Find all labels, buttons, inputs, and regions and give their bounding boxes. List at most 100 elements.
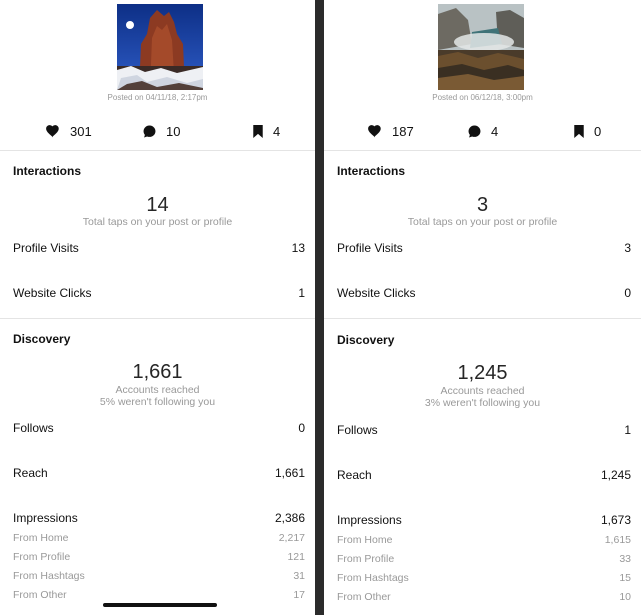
profile-visits-value: 13 [291, 241, 305, 255]
profile-visits-value: 3 [624, 241, 631, 255]
likes-stat[interactable]: 301 [46, 124, 92, 139]
from-home-value: 2,217 [278, 532, 305, 544]
comments-count: 10 [166, 124, 181, 139]
interactions-caption: Total taps on your post or profile [82, 216, 233, 228]
accounts-reached-caption: Accounts reached [115, 384, 200, 396]
profile-visits-row: Profile Visits 13 [13, 241, 305, 255]
from-hashtags-row: From Hashtags 31 [13, 570, 305, 582]
follows-value: 1 [624, 423, 631, 437]
from-profile-label: From Profile [13, 551, 71, 563]
from-other-label: From Other [337, 591, 391, 603]
from-other-value: 17 [293, 589, 305, 601]
impressions-label: Impressions [13, 511, 78, 525]
from-home-label: From Home [337, 534, 393, 546]
reach-value: 1,245 [600, 468, 631, 482]
accounts-reached-total: 1,661 [132, 361, 183, 383]
from-profile-label: From Profile [337, 553, 395, 565]
posted-date: Posted on 04/11/18, 2:17pm [107, 93, 208, 102]
post-insights-right: Posted on 06/12/18, 3:00pm 187 4 0 Inter… [324, 0, 641, 615]
interactions-heading: Interactions [13, 164, 82, 178]
from-hashtags-row: From Hashtags 15 [337, 572, 631, 584]
post-thumbnail[interactable] [117, 4, 203, 90]
not-following-caption: 3% weren't following you [424, 397, 541, 409]
interactions-total: 14 [146, 194, 169, 216]
accounts-reached-caption: Accounts reached [440, 385, 525, 397]
from-profile-value: 33 [619, 553, 631, 565]
website-clicks-row: Website Clicks 1 [13, 286, 305, 300]
from-other-value: 10 [619, 591, 631, 603]
home-indicator[interactable] [103, 603, 217, 607]
website-clicks-value: 1 [298, 286, 305, 300]
from-home-label: From Home [13, 532, 69, 544]
post-thumbnail[interactable] [438, 4, 524, 90]
likes-stat[interactable]: 187 [368, 124, 414, 139]
saves-count: 4 [273, 124, 281, 139]
profile-visits-label: Profile Visits [337, 241, 403, 255]
from-other-row: From Other 10 [337, 591, 631, 603]
reach-row: Reach 1,661 [13, 466, 305, 480]
bookmark-icon [253, 125, 263, 138]
from-profile-value: 121 [287, 551, 305, 563]
website-clicks-label: Website Clicks [337, 286, 416, 300]
from-home-row: From Home 1,615 [337, 534, 631, 546]
website-clicks-label: Website Clicks [13, 286, 92, 300]
follows-label: Follows [337, 423, 378, 437]
discovery-heading: Discovery [337, 333, 395, 347]
interactions-heading: Interactions [337, 164, 406, 178]
follows-label: Follows [13, 421, 54, 435]
reach-value: 1,661 [274, 466, 305, 480]
website-clicks-row: Website Clicks 0 [337, 286, 631, 300]
likes-count: 301 [70, 124, 92, 139]
engagement-stats: 301 10 4 [0, 124, 315, 142]
from-profile-row: From Profile 33 [337, 553, 631, 565]
accounts-reached-total: 1,245 [457, 362, 508, 384]
panel-divider [315, 0, 324, 615]
reach-label: Reach [13, 466, 48, 480]
divider [0, 318, 315, 319]
impressions-value: 1,673 [600, 513, 631, 527]
interactions-total: 3 [476, 194, 489, 216]
profile-visits-row: Profile Visits 3 [337, 241, 631, 255]
engagement-stats: 187 4 0 [324, 124, 641, 142]
from-profile-row: From Profile 121 [13, 551, 305, 563]
reach-label: Reach [337, 468, 372, 482]
follows-value: 0 [298, 421, 305, 435]
comments-count: 4 [491, 124, 499, 139]
from-other-row: From Other 17 [13, 589, 305, 601]
posted-date: Posted on 06/12/18, 3:00pm [432, 93, 533, 102]
divider [324, 150, 641, 151]
from-hashtags-label: From Hashtags [13, 570, 85, 582]
divider [0, 150, 315, 151]
reach-row: Reach 1,245 [337, 468, 631, 482]
from-hashtags-value: 31 [293, 570, 305, 582]
bookmark-icon [574, 125, 584, 138]
from-home-value: 1,615 [604, 534, 631, 546]
impressions-value: 2,386 [274, 511, 305, 525]
likes-count: 187 [392, 124, 414, 139]
website-clicks-value: 0 [624, 286, 631, 300]
from-hashtags-label: From Hashtags [337, 572, 409, 584]
interactions-caption: Total taps on your post or profile [407, 216, 558, 228]
saves-stat[interactable]: 4 [253, 124, 280, 139]
follows-row: Follows 0 [13, 421, 305, 435]
impressions-label: Impressions [337, 513, 402, 527]
from-home-row: From Home 2,217 [13, 532, 305, 544]
from-hashtags-value: 15 [619, 572, 631, 584]
comment-bubble-icon [468, 125, 481, 138]
impressions-row: Impressions 1,673 [337, 513, 631, 527]
post-insights-left: Posted on 04/11/18, 2:17pm 301 10 4 Inte… [0, 0, 315, 615]
from-other-label: From Other [13, 589, 67, 601]
follows-row: Follows 1 [337, 423, 631, 437]
comments-stat[interactable]: 10 [143, 124, 180, 139]
heart-icon [368, 125, 381, 138]
divider [324, 318, 641, 319]
discovery-heading: Discovery [13, 332, 71, 346]
comments-stat[interactable]: 4 [468, 124, 498, 139]
heart-icon [46, 125, 59, 138]
saves-stat[interactable]: 0 [574, 124, 601, 139]
impressions-row: Impressions 2,386 [13, 511, 305, 525]
comment-bubble-icon [143, 125, 156, 138]
not-following-caption: 5% weren't following you [99, 396, 216, 408]
profile-visits-label: Profile Visits [13, 241, 79, 255]
saves-count: 0 [594, 124, 602, 139]
